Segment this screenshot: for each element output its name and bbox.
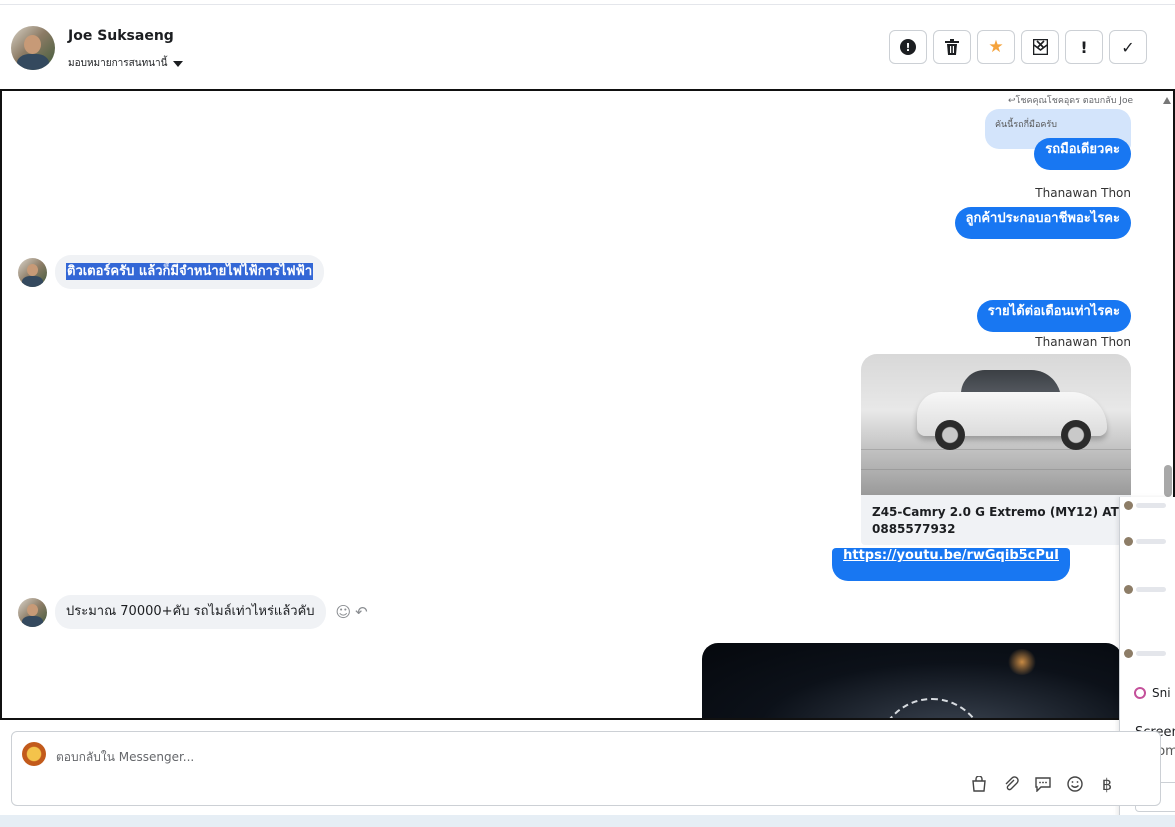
reply-icon[interactable]: ↶: [355, 603, 368, 621]
snip-icon: [1134, 687, 1146, 699]
mark-done-button[interactable]: ✓: [1109, 30, 1147, 64]
caret-down-icon: [173, 60, 184, 67]
outgoing-message[interactable]: ลูกค้าประกอบอาชีพอะไรคะ: [954, 207, 1131, 239]
snip-label: Sni: [1152, 686, 1171, 700]
trash-icon: [945, 39, 959, 55]
bottom-strip: [0, 815, 1175, 827]
snip-header: Sni: [1134, 686, 1171, 700]
message-actions: ☺ ↶: [336, 603, 368, 621]
contact-name[interactable]: Joe Suksaeng: [68, 28, 174, 44]
incoming-message-row: ประมาณ 70000+คับ รถไมล์เท่าไหร่แล้วคับ ☺…: [18, 595, 368, 629]
contact-avatar-small[interactable]: [18, 597, 47, 627]
contact-avatar-small[interactable]: [18, 257, 47, 287]
emoji-icon[interactable]: [1066, 775, 1084, 793]
sender-name: Thanawan Thon: [1035, 186, 1131, 200]
check-icon: ✓: [1121, 37, 1135, 57]
car-photo[interactable]: [861, 354, 1131, 495]
attachment-icon[interactable]: [1002, 775, 1020, 793]
delete-button[interactable]: [933, 30, 971, 64]
smiley-icon[interactable]: ☺: [336, 603, 352, 621]
conversation-header: Joe Suksaeng มอบหมายการสนทนานี้ ! ★ ! ✓: [0, 4, 1175, 88]
star-icon: ★: [988, 37, 1004, 57]
message-thread[interactable]: ↩โชคคุณโชคอุดร ตอบกลับ Joe คันนี้รถกี่มื…: [0, 89, 1175, 720]
assign-conversation-dropdown[interactable]: มอบหมายการสนทนานี้: [68, 56, 184, 71]
page-avatar: [22, 742, 46, 766]
alert-circle-icon: !: [900, 39, 916, 55]
envelope-x-icon: [1032, 39, 1048, 55]
reply-composer[interactable]: ตอบกลับใน Messenger... ฿: [11, 731, 1161, 806]
dashboard-photo[interactable]: [702, 643, 1122, 718]
mark-spam-button[interactable]: !: [889, 30, 927, 64]
star-button[interactable]: ★: [977, 30, 1015, 64]
scrollbar-thumb[interactable]: [1164, 465, 1172, 497]
conversation-toolbar: ! ★ ! ✓: [889, 30, 1147, 64]
incoming-message[interactable]: ประมาณ 70000+คับ รถไมล์เท่าไหร่แล้วคับ: [55, 595, 326, 629]
youtube-link[interactable]: https://youtu.be/rwGqib5cPuI: [832, 548, 1070, 581]
composer-toolbar: ฿: [970, 775, 1116, 794]
saved-replies-icon[interactable]: [1034, 775, 1052, 793]
sender-name: Thanawan Thon: [1035, 335, 1131, 349]
card-title: Z45-Camry 2.0 G Extremo (MY12) AT 088557…: [872, 505, 1119, 536]
follow-up-button[interactable]: !: [1065, 30, 1103, 64]
outgoing-message[interactable]: รถมือเดียวคะ: [1034, 138, 1131, 170]
exclamation-icon: !: [1080, 37, 1088, 57]
reply-input-placeholder[interactable]: ตอบกลับใน Messenger...: [56, 748, 194, 767]
contact-avatar[interactable]: [11, 26, 55, 70]
shopping-bag-icon[interactable]: [970, 775, 988, 793]
vehicle-card[interactable]: Z45-Camry 2.0 G Extremo (MY12) AT 088557…: [861, 354, 1131, 545]
selected-text: ติวเตอร์ครับ แล้วก็มีจำหน่ายไฟไฟ้การไฟฟ้…: [66, 263, 314, 280]
inbox-app: Joe Suksaeng มอบหมายการสนทนานี้ ! ★ ! ✓ …: [0, 0, 1175, 827]
baht-currency-icon[interactable]: ฿: [1098, 775, 1116, 794]
incoming-message[interactable]: ติวเตอร์ครับ แล้วก็มีจำหน่ายไฟไฟ้การไฟฟ้…: [55, 255, 325, 289]
scroll-up-arrow-icon[interactable]: [1163, 97, 1171, 104]
mark-unread-button[interactable]: [1021, 30, 1059, 64]
incoming-message-row: ติวเตอร์ครับ แล้วก็มีจำหน่ายไฟไฟ้การไฟฟ้…: [18, 255, 325, 289]
reply-note: ↩โชคคุณโชคอุดร ตอบกลับ Joe: [1008, 96, 1133, 106]
assign-label: มอบหมายการสนทนานี้: [68, 58, 168, 69]
outgoing-message[interactable]: รายได้ต่อเดือนเท่าไรคะ: [976, 300, 1131, 332]
